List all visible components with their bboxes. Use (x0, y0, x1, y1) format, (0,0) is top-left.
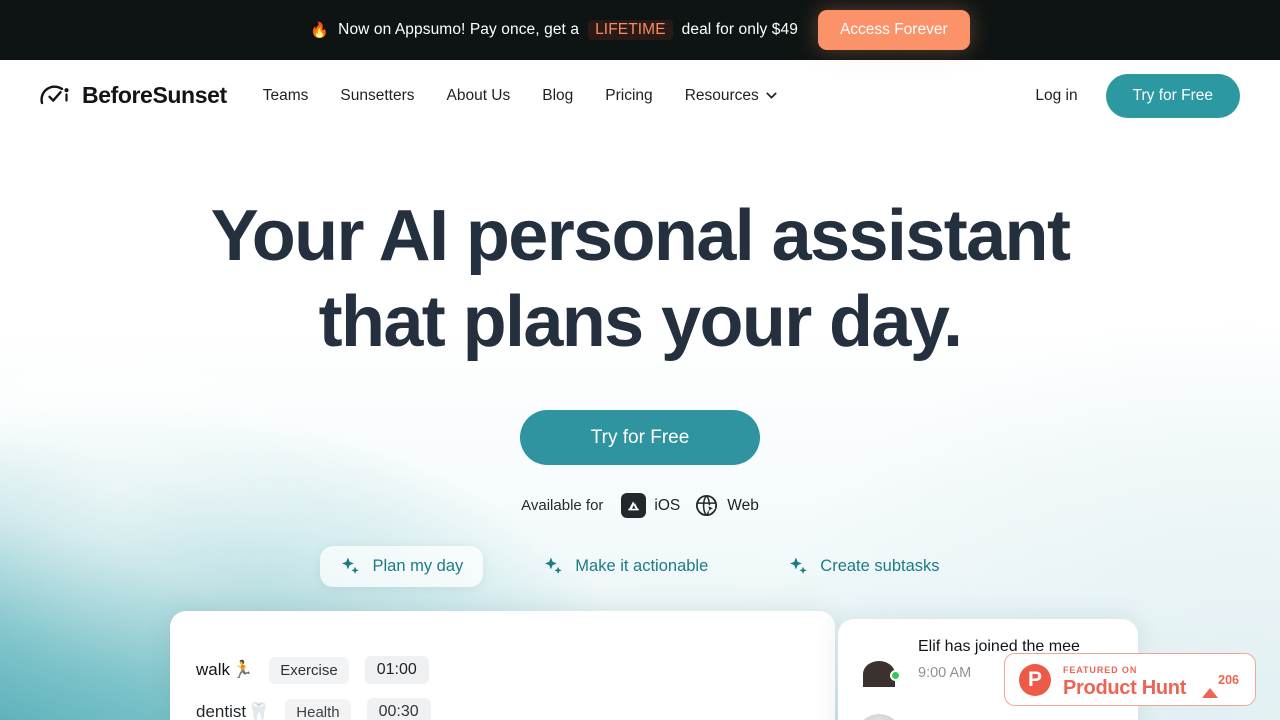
task-name: dentist 🦷 (196, 702, 269, 720)
table-row[interactable]: walk 🏃 Exercise 01:00 (178, 649, 835, 691)
sparkle-icon (342, 557, 360, 574)
product-hunt-featured-label: Featured on (1063, 665, 1138, 675)
product-hunt-name: Product Hunt (1063, 677, 1187, 699)
available-platforms: Available for iOS Web (0, 493, 1280, 518)
avatar (856, 637, 902, 683)
task-tag[interactable]: Health (285, 698, 351, 720)
globe-icon (696, 494, 718, 517)
task-name: walk 🏃 (196, 660, 253, 680)
upvote-triangle-icon (1202, 670, 1219, 698)
brand-name: BeforeSunset (82, 82, 227, 108)
product-hunt-icon: P (1019, 663, 1051, 696)
task-name-text: dentist (196, 702, 247, 720)
access-forever-button[interactable]: Access Forever (817, 10, 970, 50)
lifetime-badge: LIFETIME (588, 20, 673, 40)
announcement-text: 🔥 Now on Appsumo! Pay once, get a LIFETI… (310, 20, 798, 40)
task-list-card: walk 🏃 Exercise 01:00 dentist 🦷 Health 00:… (170, 611, 835, 720)
product-hunt-upvote-count: 206 (1218, 672, 1239, 687)
brand-logo[interactable]: BeforeSunset (40, 82, 227, 109)
announcement-bar: 🔥 Now on Appsumo! Pay once, get a LIFETI… (0, 0, 1280, 60)
nav-link-sunsetters[interactable]: Sunsetters (340, 87, 414, 105)
task-name-text: walk (196, 660, 231, 679)
available-for-label: Available for (521, 497, 604, 514)
announcement-text-after: deal for only $49 (681, 21, 798, 38)
online-status-dot (890, 670, 901, 681)
table-row[interactable]: dentist 🦷 Health 00:30 (178, 691, 835, 720)
announcement-text-before: Now on Appsumo! Pay once, get a (338, 21, 580, 38)
nav-link-blog-label: Blog (542, 86, 574, 104)
hero-section: Your AI personal assistant that plans yo… (0, 131, 1280, 587)
nav-link-resources[interactable]: Resources (685, 87, 777, 105)
pill-create-subtasks-label: Create subtasks (820, 557, 940, 575)
nav-link-resources-label: Resources (684, 86, 759, 104)
login-link[interactable]: Log in (1035, 87, 1077, 105)
task-duration[interactable]: 01:00 (364, 656, 429, 684)
nav-link-teams[interactable]: Teams (263, 87, 309, 105)
product-hunt-badge[interactable]: P Featured on Product Hunt 206 (1004, 653, 1256, 706)
main-navbar: BeforeSunset Teams Sunsetters About Us B… (0, 60, 1280, 131)
nav-link-pricing-label: Pricing (605, 86, 653, 104)
app-store-icon (621, 493, 647, 518)
pill-plan-my-day-label: Plan my day (372, 557, 464, 575)
landing-page: 🔥 Now on Appsumo! Pay once, get a LIFETI… (0, 0, 1280, 720)
beforesunset-logo-icon (40, 84, 69, 104)
nav-link-about-us[interactable]: About Us (447, 87, 511, 105)
headline-line-2: that plans your day. (318, 282, 963, 362)
sparkle-icon (790, 557, 807, 574)
nav-links: Teams Sunsetters About Us Blog Pricing R… (263, 87, 777, 105)
hero-try-for-free-button[interactable]: Try for Free (520, 410, 760, 465)
sparkle-icon (545, 557, 562, 574)
product-hunt-upvote[interactable]: 206 (1202, 670, 1241, 698)
fire-icon: 🔥 (310, 22, 330, 39)
headline-line-1: Your AI personal assistant (210, 196, 1071, 276)
task-duration[interactable]: 00:30 (366, 698, 431, 720)
pill-plan-my-day[interactable]: Plan my day (320, 546, 484, 587)
pill-create-subtasks[interactable]: Create subtasks (768, 546, 959, 587)
nav-link-pricing[interactable]: Pricing (605, 87, 652, 105)
pill-make-it-actionable-label: Make it actionable (575, 557, 709, 575)
feature-pill-group: Plan my day Make it actionable Create su… (0, 546, 1280, 587)
avatar (856, 714, 902, 720)
hero-cta-wrap: Try for Free (0, 410, 1280, 465)
nav-link-sunsetters-label: Sunsetters (340, 86, 415, 104)
running-icon: 🏃 (232, 660, 254, 679)
platform-web[interactable]: Web (694, 493, 759, 518)
page-title: Your AI personal assistant that plans yo… (0, 193, 1280, 365)
pill-make-it-actionable[interactable]: Make it actionable (523, 546, 728, 587)
nav-link-teams-label: Teams (262, 86, 309, 104)
nav-actions: Log in Try for Free (1035, 73, 1240, 118)
nav-link-about-us-label: About Us (446, 86, 511, 104)
task-tag[interactable]: Exercise (269, 656, 349, 684)
platform-web-label: Web (727, 496, 759, 514)
nav-try-for-free-button[interactable]: Try for Free (1105, 73, 1240, 118)
chevron-down-icon (766, 92, 777, 99)
platform-ios-label: iOS (654, 496, 681, 514)
product-hunt-text: Featured on Product Hunt (1063, 660, 1190, 699)
nav-link-blog[interactable]: Blog (542, 87, 573, 105)
platform-ios[interactable]: iOS (621, 493, 680, 518)
tooth-icon: 🦷 (248, 702, 270, 720)
